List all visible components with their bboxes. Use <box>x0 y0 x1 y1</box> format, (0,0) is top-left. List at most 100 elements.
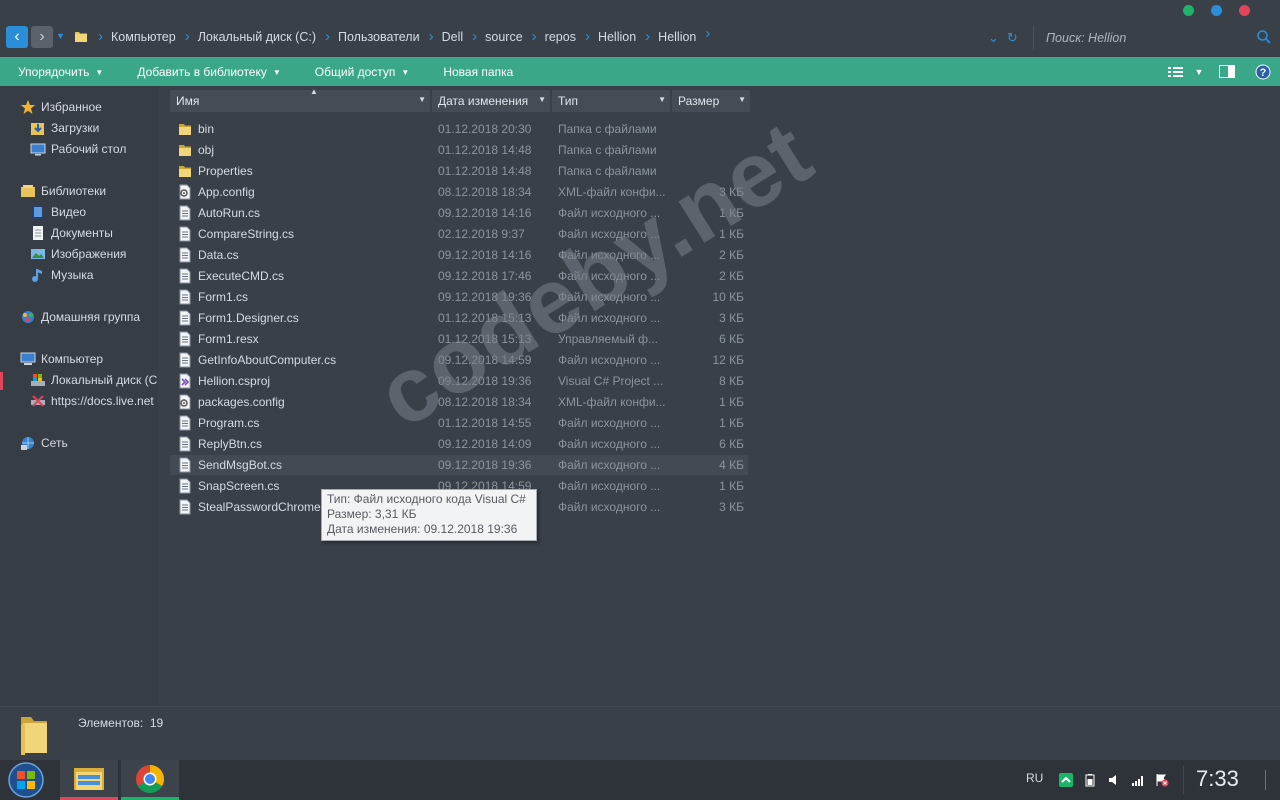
file-row[interactable]: obj 01.12.2018 14:48 Папка с файлами <box>170 140 748 160</box>
file-date: 09.12.2018 17:46 <box>438 269 532 283</box>
help-icon[interactable]: ? <box>1246 57 1280 86</box>
column-header-size[interactable]: Размер ▼ <box>672 90 750 112</box>
breadcrumb-item[interactable]: Dell <box>426 28 470 45</box>
nav-images[interactable]: Изображения <box>30 244 126 264</box>
clock[interactable]: 7:33 <box>1196 766 1239 792</box>
action-center-flag-icon[interactable] <box>1155 773 1169 787</box>
file-row[interactable]: Hellion.csproj 09.12.2018 19:36 Visual C# … <box>170 371 748 391</box>
file-row[interactable]: SendMsgBot.cs 09.12.2018 19:36 Файл исходн… <box>170 455 748 475</box>
file-row[interactable]: Form1.resx 01.12.2018 15:13 Управляемый ф.… <box>170 329 748 349</box>
selection-indicator <box>0 372 3 390</box>
file-row[interactable]: Form1.Designer.cs 01.12.2018 15:13 Файл ис… <box>170 308 748 328</box>
nav-homegroup[interactable]: Домашняя группа <box>20 307 140 327</box>
chevron-down-icon[interactable]: ▼ <box>658 95 666 104</box>
search-icon[interactable] <box>1256 29 1272 45</box>
nav-label: Рабочий стол <box>51 142 127 156</box>
file-row[interactable]: Properties 01.12.2018 14:48 Папка с файлам… <box>170 161 748 181</box>
nav-documents[interactable]: Документы <box>30 223 113 243</box>
chevron-down-icon[interactable]: ▼ <box>738 95 746 104</box>
battery-icon[interactable] <box>1083 773 1097 787</box>
chevron-down-icon[interactable]: ▼ <box>418 95 426 104</box>
view-dropdown-icon[interactable]: ▼ <box>1190 57 1208 86</box>
nav-computer[interactable]: Компьютер <box>20 349 103 369</box>
nav-libraries[interactable]: Библиотеки <box>20 181 106 201</box>
breadcrumb-item[interactable]: source <box>469 28 529 45</box>
volume-icon[interactable] <box>1107 773 1121 787</box>
file-row[interactable]: Data.cs 09.12.2018 14:16 Файл исходного ..… <box>170 245 748 265</box>
search-input[interactable] <box>1040 26 1276 50</box>
explorer-icon <box>74 768 104 790</box>
back-button[interactable]: ‹ <box>6 26 28 48</box>
nav-onedrive[interactable]: https://docs.live.net <box>30 391 154 411</box>
nav-music[interactable]: Музыка <box>30 265 93 285</box>
file-name: App.config <box>198 185 255 199</box>
file-row[interactable]: ReplyBtn.cs 09.12.2018 14:09 Файл исходног… <box>170 434 748 454</box>
file-row[interactable]: packages.config 08.12.2018 18:34 XML-файл … <box>170 392 748 412</box>
file-date: 09.12.2018 14:16 <box>438 248 532 262</box>
tooltip-size: Размер: 3,31 КБ <box>327 507 417 521</box>
music-icon <box>32 269 42 282</box>
close-button[interactable] <box>1239 5 1250 16</box>
breadcrumb-item[interactable]: Hellion <box>642 28 702 45</box>
column-header-type[interactable]: Тип ▼ <box>552 90 670 112</box>
show-hidden-icons-icon[interactable] <box>1059 773 1074 787</box>
breadcrumb-chevron-icon[interactable] <box>702 25 718 47</box>
file-date: 01.12.2018 15:13 <box>438 311 532 325</box>
file-size: 1 КБ <box>719 479 744 493</box>
search-box[interactable] <box>1040 26 1276 50</box>
organize-button[interactable]: Упорядочить ▼ <box>0 65 119 79</box>
minimize-button[interactable] <box>1211 5 1222 16</box>
homegroup-icon <box>22 311 34 323</box>
breadcrumb-item[interactable]: Локальный диск (C:) <box>182 28 322 45</box>
file-row[interactable]: CompareString.cs 02.12.2018 9:37 Файл исхо… <box>170 224 748 244</box>
file-row[interactable]: Form1.cs 09.12.2018 19:36 Файл исходного .… <box>170 287 748 307</box>
signal-icon[interactable] <box>1131 773 1145 787</box>
file-name: GetInfoAboutComputer.cs <box>198 353 337 367</box>
network-drive-icon <box>31 395 45 407</box>
file-row[interactable]: GetInfoAboutComputer.cs 09.12.2018 14:59 Ф… <box>170 350 748 370</box>
file-type: Файл исходного ... <box>558 206 661 220</box>
file-row[interactable]: AutoRun.cs 09.12.2018 14:16 Файл исходного… <box>170 203 748 223</box>
taskbar-explorer-button[interactable] <box>60 760 118 800</box>
nav-label: Видео <box>51 205 87 219</box>
file-name: Data.cs <box>198 248 239 262</box>
preview-pane-icon[interactable] <box>1208 57 1246 86</box>
taskbar: RU 7:33 <box>0 760 1280 800</box>
file-date: 09.12.2018 19:36 <box>438 290 532 304</box>
chevron-down-icon[interactable]: ▼ <box>538 95 546 104</box>
view-options-icon[interactable] <box>1162 57 1190 86</box>
file-row[interactable]: bin 01.12.2018 20:30 Папка с файлами <box>170 119 748 139</box>
code-file-icon <box>178 268 192 284</box>
code-file-icon <box>178 331 192 347</box>
refresh-icon[interactable]: ↻ <box>1007 30 1018 46</box>
new-folder-button[interactable]: Новая папка <box>425 65 529 79</box>
add-to-library-button[interactable]: Добавить в библиотеку ▼ <box>119 65 296 79</box>
nav-network[interactable]: Сеть <box>20 433 68 453</box>
file-type: Файл исходного ... <box>558 227 661 241</box>
nav-favorites[interactable]: Избранное <box>20 97 102 117</box>
maximize-button[interactable] <box>1183 5 1194 16</box>
column-header-name[interactable]: ▲ Имя ▼ <box>170 87 430 112</box>
language-indicator[interactable]: RU <box>1026 771 1043 785</box>
start-button[interactable] <box>6 761 46 799</box>
nav-downloads[interactable]: Загрузки <box>30 118 99 138</box>
nav-local-disk[interactable]: Локальный диск (C:) <box>30 370 158 390</box>
forward-button[interactable]: › <box>31 26 53 48</box>
file-row[interactable]: App.config 08.12.2018 18:34 XML-файл конфи… <box>170 182 748 202</box>
folder-icon <box>75 32 87 42</box>
file-row[interactable]: ExecuteCMD.cs 09.12.2018 17:46 Файл исходн… <box>170 266 748 286</box>
nav-desktop[interactable]: Рабочий стол <box>30 139 126 159</box>
breadcrumb-item[interactable]: repos <box>529 28 582 45</box>
file-row[interactable]: Program.cs 01.12.2018 14:55 Файл исходного… <box>170 413 748 433</box>
breadcrumb-item[interactable]: Пользователи <box>322 28 426 45</box>
breadcrumb-item[interactable]: Hellion <box>582 28 642 45</box>
show-desktop-button[interactable] <box>1265 770 1273 790</box>
breadcrumb-item[interactable]: Компьютер <box>95 28 182 45</box>
address-history-chevron-icon[interactable]: ⌄ <box>988 30 999 46</box>
nav-video[interactable]: Видео <box>30 202 86 222</box>
share-button[interactable]: Общий доступ ▼ <box>297 65 426 79</box>
taskbar-chrome-button[interactable] <box>121 760 179 800</box>
code-file-icon <box>178 247 192 263</box>
recent-locations-dropdown[interactable]: ▼ <box>56 31 66 43</box>
column-header-date[interactable]: Дата изменения ▼ <box>432 90 550 112</box>
